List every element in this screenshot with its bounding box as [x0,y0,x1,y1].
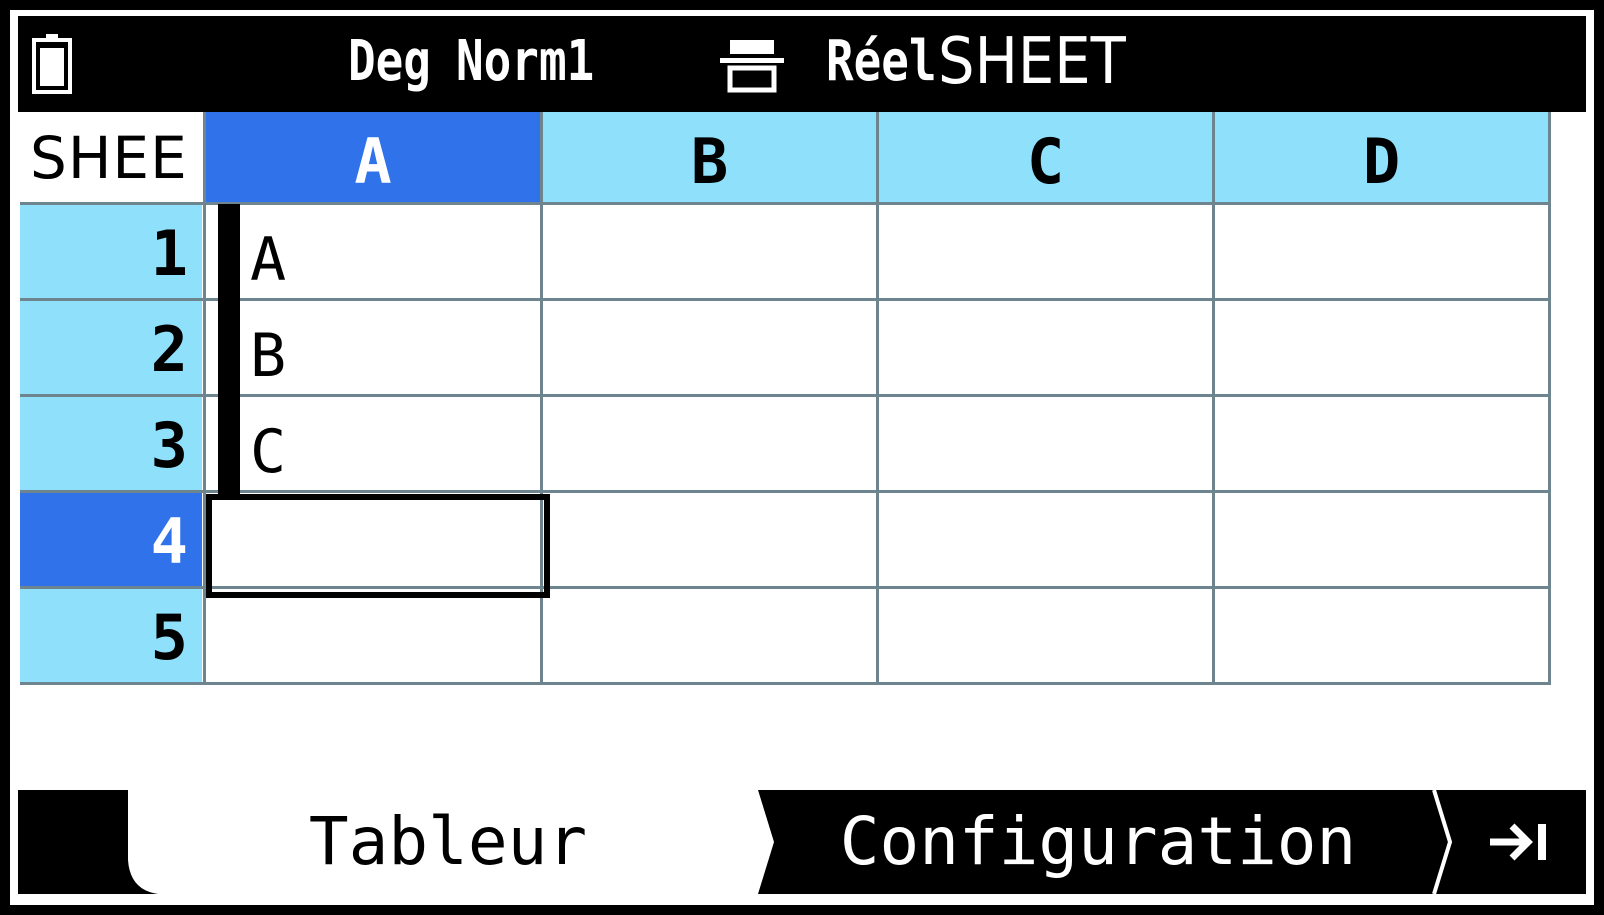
tab-configuration[interactable]: Configuration [758,790,1438,894]
function-menu: Tableur Configuration [18,790,1586,894]
cell-c2[interactable] [879,300,1212,394]
tab-separator [1432,790,1453,894]
tab-tableur[interactable]: Tableur [128,790,768,894]
grid-line [20,490,1551,493]
cell-c5[interactable] [879,588,1212,682]
cell-c4[interactable] [879,492,1212,586]
jump-to-end-icon[interactable] [1484,818,1554,866]
column-header-a[interactable]: A [206,112,540,204]
row-header-3[interactable]: 3 [20,396,202,490]
grid-line [20,394,1551,397]
battery-icon [32,34,72,94]
row-header-5[interactable]: 5 [20,588,202,682]
cell-b2[interactable] [543,300,876,394]
cell-b3[interactable] [543,396,876,490]
column-header-b[interactable]: B [543,112,876,204]
cell-a2[interactable]: B [206,300,540,394]
column-header-d[interactable]: D [1215,112,1548,204]
cell-d1[interactable] [1215,204,1548,298]
menu-left-block [18,790,128,894]
sheet-name: SHEE [20,112,202,204]
grid-line [20,298,1551,301]
input-mode-icon [720,40,784,93]
tab-separator [758,790,774,894]
cell-d4[interactable] [1215,492,1548,586]
cell-cursor [206,494,550,598]
cell-d2[interactable] [1215,300,1548,394]
calculator-screen: Deg Norm1 Réel SHEET SHEE A B C D 1 2 3 … [0,0,1604,915]
app-name: SHEET [938,25,1126,99]
row-header-4[interactable]: 4 [20,492,202,586]
number-mode: Réel [826,29,937,94]
display-mode: Norm1 [456,29,595,94]
cell-b5[interactable] [543,588,876,682]
cell-a5[interactable] [206,588,540,682]
angle-mode: Deg [348,29,431,94]
grid-line [1548,112,1551,684]
screen-area: Deg Norm1 Réel SHEET SHEE A B C D 1 2 3 … [10,10,1594,905]
cell-b1[interactable] [543,204,876,298]
cell-d3[interactable] [1215,396,1548,490]
spreadsheet-grid: SHEE A B C D 1 2 3 4 5 A B C [20,112,1558,686]
grid-line [1212,112,1215,684]
cell-c3[interactable] [879,396,1212,490]
cell-a1[interactable]: A [206,204,540,298]
grid-line [20,202,1551,205]
cell-d5[interactable] [1215,588,1548,682]
cell-c1[interactable] [879,204,1212,298]
range-indicator [218,204,240,494]
row-header-2[interactable]: 2 [20,300,202,394]
row-header-1[interactable]: 1 [20,204,202,298]
cell-a3[interactable]: C [206,396,540,490]
grid-line [540,112,543,684]
grid-line [876,112,879,684]
grid-line [203,112,206,684]
cell-b4[interactable] [543,492,876,586]
tab-corner [118,790,158,894]
column-header-c[interactable]: C [879,112,1212,204]
status-bar: Deg Norm1 Réel SHEET [18,16,1586,112]
grid-line [20,682,1551,685]
